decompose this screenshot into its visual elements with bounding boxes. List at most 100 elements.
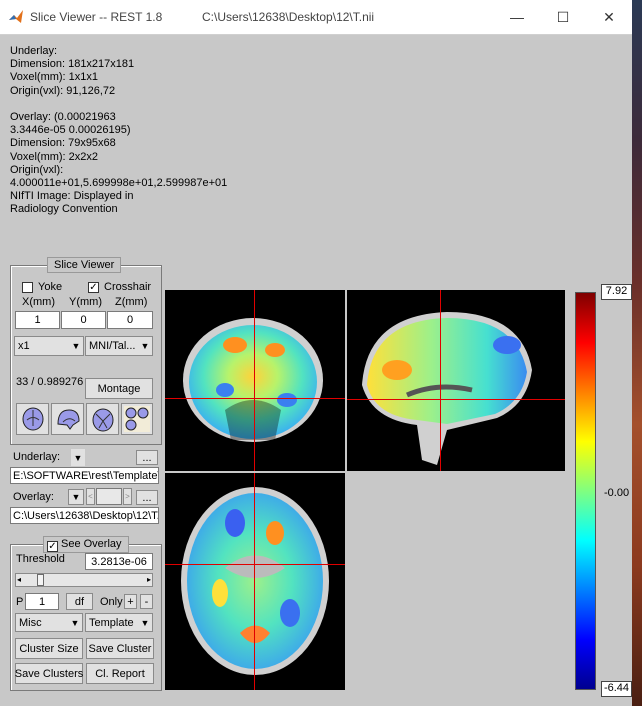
x-coordinate-input[interactable]: 1	[15, 311, 60, 329]
axial-view-button[interactable]	[86, 403, 119, 435]
see-overlay-label: See Overlay	[61, 538, 122, 550]
three-view-button[interactable]	[121, 403, 153, 435]
montage-button[interactable]: Montage	[85, 378, 153, 399]
window-title: Slice Viewer -- REST 1.8	[30, 10, 163, 24]
chevron-down-icon: ▼	[140, 617, 150, 628]
save-clusters-button[interactable]: Save Clusters	[15, 663, 83, 684]
slider-right-arrow-icon[interactable]: ▸	[147, 574, 151, 586]
info-line: 4.000011e+01,5.699998e+01,2.599987e+01	[10, 177, 228, 190]
overlay-next-button[interactable]: >	[123, 488, 132, 505]
only-label: Only	[100, 596, 123, 608]
info-line: Dimension: 79x95x68	[10, 137, 116, 150]
z-coordinate-input[interactable]: 0	[107, 311, 153, 329]
desktop-background	[632, 0, 642, 706]
matlab-logo-icon	[9, 10, 23, 23]
coronal-view-icon	[22, 407, 43, 431]
only-minus-button[interactable]: -	[140, 594, 153, 609]
slice-viewer-legend: Slice Viewer	[47, 257, 122, 273]
misc-select-value: Misc	[19, 616, 42, 629]
three-view-icon	[124, 406, 150, 432]
coronal-view-button[interactable]	[16, 403, 49, 435]
overlay-browse-button[interactable]: ...	[136, 490, 158, 505]
y-coordinate-input[interactable]: 0	[61, 311, 106, 329]
sagittal-view-icon	[56, 409, 80, 430]
crosshair-checkbox[interactable]: ✓	[88, 282, 99, 293]
x-mm-label: X(mm)	[22, 296, 55, 308]
cluster-report-button[interactable]: Cl. Report	[86, 663, 154, 684]
zoom-select[interactable]: x1 ▼	[14, 336, 84, 356]
p-value-input[interactable]: 1	[25, 593, 59, 610]
crosshair-vertical	[440, 290, 441, 471]
template-select[interactable]: Template ▼	[85, 613, 153, 632]
overlay-path-field[interactable]: C:\Users\12638\Desktop\12\T.n	[10, 507, 159, 524]
title-bar: Slice Viewer -- REST 1.8 C:\Users\12638\…	[0, 0, 632, 35]
sagittal-view-button[interactable]	[51, 403, 84, 435]
space-select[interactable]: MNI/Tal... ▼	[85, 336, 153, 356]
colorbar-min-label: -6.44	[601, 681, 632, 697]
chevron-down-icon: ▼	[71, 492, 81, 502]
chevron-down-icon: ▼	[70, 617, 80, 628]
underlay-path-field[interactable]: E:\SOFTWARE\rest\Template\c	[10, 467, 159, 484]
space-select-value: MNI/Tal...	[89, 340, 136, 352]
chevron-down-icon: ▼	[140, 341, 150, 351]
slider-left-arrow-icon[interactable]: ◂	[17, 574, 21, 586]
sagittal-slice-view[interactable]	[347, 290, 565, 471]
crosshair-vertical	[254, 473, 255, 690]
crosshair-horizontal	[165, 564, 345, 565]
df-button[interactable]: df	[66, 593, 93, 610]
info-line: Origin(vxl):	[10, 163, 64, 176]
info-line: Origin(vxl): 91,126,72	[10, 84, 116, 97]
yoke-label: Yoke	[38, 281, 63, 293]
slider-thumb[interactable]	[36, 574, 44, 586]
cluster-size-button[interactable]: Cluster Size	[15, 638, 83, 659]
info-line: Dimension: 181x217x181	[10, 58, 135, 71]
chevron-down-icon: ▼	[71, 449, 85, 466]
info-line: 3.3446e-05 0.00026195)	[10, 124, 131, 137]
window-file-path: C:\Users\12638\Desktop\12\T.nii	[202, 10, 375, 24]
info-line: NIfTI Image: Displayed in	[10, 190, 134, 203]
colorbar	[575, 292, 596, 690]
info-line	[10, 98, 227, 111]
overlay-prev-button[interactable]: <	[86, 488, 95, 505]
overlay-label: Overlay:	[13, 491, 54, 503]
info-line: Overlay: (0.00021963	[10, 111, 116, 123]
misc-select[interactable]: Misc ▼	[15, 613, 83, 632]
crosshair-label: Crosshair	[104, 281, 152, 293]
zoom-select-value: x1	[18, 340, 30, 352]
threshold-input[interactable]: 3.2813e-06	[85, 553, 153, 570]
info-line: Voxel(mm): 2x2x2	[10, 150, 99, 163]
crosshair-vertical	[254, 290, 255, 471]
minimize-button[interactable]: —	[494, 0, 540, 34]
overlay-select[interactable]: ▼	[68, 489, 84, 505]
sagittal-brain-image	[362, 312, 532, 465]
axial-slice-view[interactable]	[165, 473, 345, 690]
p-label: P	[16, 596, 24, 608]
save-cluster-button[interactable]: Save Cluster	[86, 638, 154, 659]
coronal-brain-image	[165, 318, 345, 471]
threshold-slider[interactable]: ◂ ▸	[15, 573, 153, 587]
crosshair-horizontal	[347, 399, 565, 400]
crosshair-horizontal	[165, 398, 345, 399]
see-overlay-legend: ✓ See Overlay	[43, 536, 129, 553]
voxel-value-text: 33 / 0.989276	[16, 376, 84, 388]
only-plus-button[interactable]: +	[124, 594, 137, 609]
close-button[interactable]: ✕	[586, 0, 632, 34]
chevron-down-icon: ▼	[71, 341, 81, 351]
axial-brain-image	[181, 487, 329, 675]
threshold-label: Threshold	[16, 553, 65, 565]
colorbar-max-label: 7.92	[601, 284, 632, 300]
underlay-select[interactable]: ▼	[11, 449, 85, 466]
info-line: Voxel(mm): 1x1x1	[10, 71, 99, 84]
maximize-button[interactable]: ☐	[540, 0, 586, 34]
see-overlay-checkbox[interactable]: ✓	[47, 541, 58, 552]
y-mm-label: Y(mm)	[69, 296, 102, 308]
info-line: Underlay:	[10, 45, 58, 57]
yoke-checkbox[interactable]	[22, 282, 33, 293]
overlay-index-field[interactable]	[96, 488, 122, 505]
coronal-slice-view[interactable]	[165, 290, 345, 471]
image-info-text: Underlay: Dimension: 181x217x181 Voxel(m…	[10, 45, 227, 217]
template-select-value: Template	[89, 616, 134, 629]
axial-view-icon	[92, 408, 113, 432]
z-mm-label: Z(mm)	[115, 296, 148, 308]
underlay-browse-button[interactable]: ...	[136, 450, 158, 465]
